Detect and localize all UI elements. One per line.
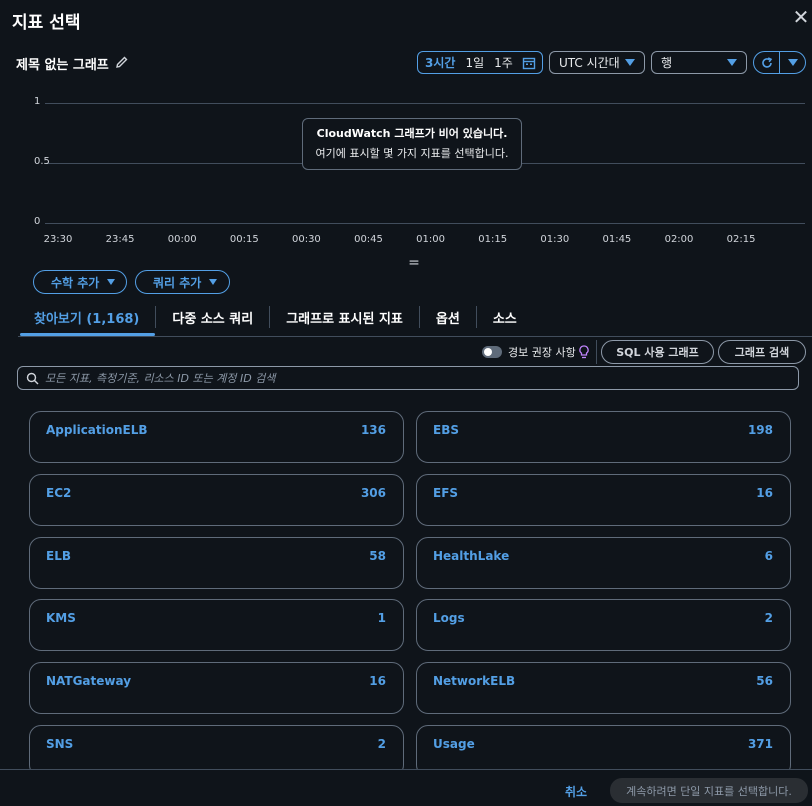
x-tick-label: 02:00 bbox=[664, 234, 694, 245]
resize-handle[interactable]: = bbox=[406, 255, 422, 271]
namespace-card[interactable]: NetworkELB 56 bbox=[416, 662, 791, 715]
namespace-card[interactable]: ELB 58 bbox=[29, 536, 404, 589]
x-tick-label: 00:15 bbox=[229, 234, 259, 245]
namespace-card[interactable]: EC2 306 bbox=[29, 473, 404, 526]
time-range-1d[interactable]: 1일 bbox=[460, 54, 489, 71]
empty-graph-title: CloudWatch 그래프가 비어 있습니다. bbox=[316, 127, 508, 140]
graph-search-button[interactable]: 그래프 검색 bbox=[718, 340, 806, 364]
chevron-down-icon bbox=[107, 279, 116, 285]
namespace-count: 2 bbox=[764, 611, 773, 626]
namespace-name: ELB bbox=[46, 548, 71, 563]
namespace-name: Usage bbox=[433, 737, 475, 751]
add-math-label: 수학 추가 bbox=[51, 275, 100, 290]
pencil-icon[interactable] bbox=[115, 55, 129, 69]
tab-browse[interactable]: 찾아보기 (1,168) bbox=[20, 304, 156, 336]
chevron-down-icon bbox=[625, 59, 635, 66]
y-gridline bbox=[45, 223, 805, 224]
tab-bar: 찾아보기 (1,168) 다중 소스 쿼리 그래프로 표시된 지표 옵션 소스 bbox=[20, 304, 533, 336]
refresh-button[interactable] bbox=[754, 52, 781, 73]
x-tick-label: 01:30 bbox=[540, 234, 570, 245]
namespace-name: NATGateway bbox=[46, 674, 132, 689]
x-tick-label: 23:30 bbox=[43, 234, 73, 245]
modal-title: 지표 선택 bbox=[12, 13, 81, 33]
namespace-name: HealthLake bbox=[433, 548, 510, 563]
time-range-3h[interactable]: 3시간 bbox=[418, 54, 460, 71]
namespace-card[interactable]: EFS 16 bbox=[416, 473, 791, 526]
tab-source[interactable]: 소스 bbox=[477, 304, 533, 336]
tab-options[interactable]: 옵션 bbox=[420, 304, 476, 336]
namespace-count: 2 bbox=[377, 737, 386, 751]
refresh-icon bbox=[762, 56, 772, 68]
empty-graph-body: 여기에 표시할 몇 가지 지표를 선택합니다. bbox=[315, 147, 509, 160]
namespace-count: 306 bbox=[360, 485, 386, 500]
y-tick-label: 0 bbox=[34, 216, 41, 227]
x-tick-label: 01:45 bbox=[602, 234, 632, 245]
chevron-down-icon bbox=[209, 279, 218, 285]
toolbar-divider bbox=[596, 340, 597, 364]
tabs-divider bbox=[18, 336, 812, 337]
x-tick-label: 00:00 bbox=[167, 234, 197, 245]
x-tick-label: 01:15 bbox=[478, 234, 508, 245]
cancel-button[interactable]: 취소 bbox=[565, 783, 587, 800]
timezone-select[interactable]: UTC 시간대 bbox=[549, 51, 645, 74]
y-gridline bbox=[45, 103, 805, 104]
search-icon bbox=[26, 372, 39, 384]
namespace-count: 16 bbox=[756, 485, 773, 500]
chevron-down-icon bbox=[788, 59, 798, 66]
metric-search-input[interactable]: 모든 지표, 측정기준, 리소스 ID 또는 계정 ID 검색 bbox=[17, 366, 799, 390]
tab-multi-source-query[interactable]: 다중 소스 쿼리 bbox=[156, 304, 269, 336]
refresh-control[interactable] bbox=[753, 51, 806, 74]
x-tick-label: 00:45 bbox=[354, 234, 383, 245]
x-tick-label: 23:45 bbox=[105, 234, 135, 245]
namespace-card[interactable]: KMS 1 bbox=[29, 599, 404, 652]
lightbulb-icon bbox=[579, 345, 589, 359]
namespace-count: 6 bbox=[764, 548, 773, 563]
namespace-count: 56 bbox=[756, 674, 773, 689]
namespace-card[interactable]: Logs 2 bbox=[416, 599, 791, 652]
x-tick-label: 00:30 bbox=[291, 234, 321, 245]
namespace-count: 16 bbox=[369, 674, 386, 689]
view-value: 행 bbox=[661, 56, 673, 70]
chevron-down-icon bbox=[727, 59, 737, 66]
add-query-button[interactable]: 쿼리 추가 bbox=[135, 270, 230, 294]
add-math-button[interactable]: 수학 추가 bbox=[33, 270, 127, 294]
namespace-card[interactable]: HealthLake 6 bbox=[416, 536, 791, 589]
namespace-card[interactable]: ApplicationELB 136 bbox=[29, 411, 404, 463]
time-range-selector[interactable]: 3시간 1일 1주 bbox=[417, 51, 543, 74]
namespace-name: EC2 bbox=[46, 485, 72, 500]
namespace-name: NetworkELB bbox=[433, 674, 516, 689]
refresh-interval-dropdown[interactable] bbox=[780, 52, 805, 73]
view-select[interactable]: 행 bbox=[651, 51, 747, 74]
empty-graph-message: CloudWatch 그래프가 비어 있습니다. 여기에 표시할 몇 가지 지표… bbox=[302, 118, 522, 170]
namespace-count: 1 bbox=[377, 611, 386, 626]
namespace-name: KMS bbox=[46, 611, 76, 626]
alarm-recommendations-toggle[interactable] bbox=[482, 346, 502, 358]
namespace-count: 136 bbox=[360, 423, 386, 437]
namespace-count: 58 bbox=[369, 548, 386, 563]
y-tick-label: 0.5 bbox=[34, 156, 50, 167]
namespace-count: 371 bbox=[747, 737, 773, 751]
namespace-name: EFS bbox=[433, 485, 459, 500]
alarm-recommendations-label: 경보 권장 사항 bbox=[508, 346, 576, 359]
time-range-1w[interactable]: 1주 bbox=[489, 54, 518, 71]
y-tick-label: 1 bbox=[34, 96, 41, 107]
sql-graph-button[interactable]: SQL 사용 그래프 bbox=[601, 340, 714, 364]
timezone-value: UTC 시간대 bbox=[559, 56, 620, 70]
namespace-name: Logs bbox=[433, 611, 465, 626]
namespace-name: ApplicationELB bbox=[46, 423, 148, 437]
namespace-name: EBS bbox=[433, 423, 459, 437]
graph-title[interactable]: 제목 없는 그래프 bbox=[16, 54, 109, 73]
x-tick-label: 02:15 bbox=[726, 234, 756, 245]
search-placeholder: 모든 지표, 측정기준, 리소스 ID 또는 계정 ID 검색 bbox=[45, 372, 276, 385]
namespace-name: SNS bbox=[46, 737, 74, 751]
namespace-card[interactable]: EBS 198 bbox=[416, 411, 791, 463]
add-query-label: 쿼리 추가 bbox=[153, 275, 202, 290]
tab-graphed-metrics[interactable]: 그래프로 표시된 지표 bbox=[270, 304, 419, 336]
calendar-icon[interactable] bbox=[522, 56, 536, 70]
namespace-card[interactable]: NATGateway 16 bbox=[29, 662, 404, 715]
continue-button[interactable]: 계속하려면 단일 지표를 선택합니다. bbox=[610, 778, 808, 803]
x-tick-label: 01:00 bbox=[416, 234, 445, 245]
namespace-count: 198 bbox=[747, 423, 773, 437]
close-icon[interactable]: ✕ bbox=[790, 6, 812, 28]
